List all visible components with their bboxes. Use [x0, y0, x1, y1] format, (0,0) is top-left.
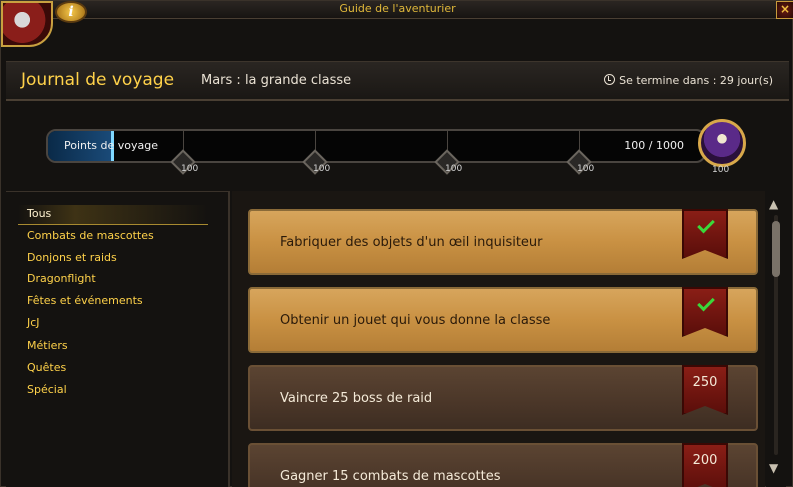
- milestone-label: 100: [313, 164, 331, 174]
- adventure-guide-window: Guide de l'aventurier × i Journal de voy…: [0, 0, 793, 487]
- time-remaining-text: Se termine dans : 29 jour(s): [619, 74, 773, 87]
- character-portrait: [1, 1, 53, 47]
- category-professions[interactable]: Métiers: [27, 339, 68, 352]
- clock-icon: [604, 74, 616, 85]
- journal-header: Journal de voyage Mars : la grande class…: [6, 61, 789, 101]
- close-button[interactable]: ×: [776, 1, 793, 19]
- scroll-down-icon[interactable]: ▼: [769, 461, 778, 475]
- category-special[interactable]: Spécial: [27, 383, 67, 396]
- category-dragonflight[interactable]: Dragonflight: [27, 272, 96, 285]
- task-list: Fabriquer des objets d'un œil inquisiteu…: [232, 191, 765, 487]
- checkmark-icon: [697, 293, 715, 312]
- task-text: Obtenir un jouet qui vous donne la class…: [280, 313, 551, 328]
- task-reward-banner: [682, 209, 728, 259]
- scroll-up-icon[interactable]: ▲: [769, 197, 778, 211]
- window-title: Guide de l'aventurier: [339, 2, 456, 15]
- category-quests[interactable]: Quêtes: [27, 361, 66, 374]
- category-pet-battles[interactable]: Combats de mascottes: [27, 229, 154, 242]
- task-text: Fabriquer des objets d'un œil inquisiteu…: [280, 235, 543, 250]
- task-row[interactable]: Gagner 15 combats de mascottes 200: [248, 443, 758, 487]
- travel-points-bar: Points de voyage 100 / 1000 100 100 100: [46, 129, 706, 175]
- journal-title: Journal de voyage: [21, 70, 175, 90]
- task-row[interactable]: Fabriquer des objets d'un œil inquisiteu…: [248, 209, 758, 275]
- category-holidays[interactable]: Fêtes et événements: [27, 294, 143, 307]
- month-title: Mars : la grande classe: [201, 73, 352, 88]
- checkmark-icon: [697, 215, 715, 234]
- category-pvp[interactable]: JcJ: [27, 316, 40, 329]
- time-remaining: Se termine dans : 29 jour(s): [604, 74, 773, 87]
- milestone-label: 100: [181, 164, 199, 174]
- final-reward-icon[interactable]: [698, 119, 746, 167]
- travel-points-value: 100 / 1000: [624, 139, 684, 152]
- category-dungeons-raids[interactable]: Donjons et raids: [27, 251, 117, 264]
- task-text: Gagner 15 combats de mascottes: [280, 469, 501, 484]
- milestone-label: 100: [577, 164, 595, 174]
- milestone-label: 100: [445, 164, 463, 174]
- task-row[interactable]: Vaincre 25 boss de raid 250: [248, 365, 758, 431]
- task-text: Vaincre 25 boss de raid: [280, 391, 433, 406]
- category-sidebar: Tous Combats de mascottes Donjons et rai…: [6, 191, 230, 487]
- progress-area: Points de voyage 100 / 1000 100 100 100: [6, 103, 789, 189]
- task-reward-banner: 200: [682, 443, 728, 487]
- task-list-scrollbar[interactable]: ▲ ▼: [766, 191, 786, 487]
- task-row[interactable]: Obtenir un jouet qui vous donne la class…: [248, 287, 758, 353]
- task-reward-points: 200: [692, 453, 718, 468]
- travel-points-label: Points de voyage: [64, 139, 159, 152]
- info-icon[interactable]: i: [55, 1, 87, 23]
- task-reward-banner: [682, 287, 728, 337]
- task-reward-points: 250: [692, 375, 718, 390]
- title-bar[interactable]: Guide de l'aventurier ×: [1, 1, 793, 19]
- final-reward-label: 100: [712, 165, 730, 175]
- category-all[interactable]: Tous: [27, 207, 51, 220]
- task-reward-banner: 250: [682, 365, 728, 415]
- scroll-thumb[interactable]: [772, 221, 780, 277]
